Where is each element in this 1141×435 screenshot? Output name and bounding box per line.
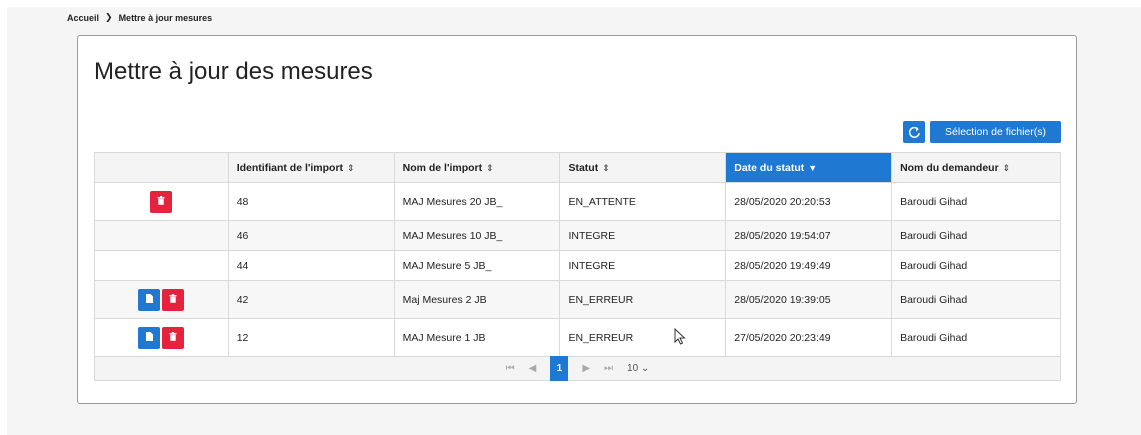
trash-icon <box>169 331 177 341</box>
page-number-current[interactable]: 1 <box>550 356 569 381</box>
cell-name: MAJ Mesures 20 JB_ <box>393 182 561 221</box>
cell-status: EN_ERREUR <box>559 318 727 357</box>
cell-requester: Baroudi Gihad <box>891 250 1061 281</box>
imports-table: Identifiant de l'import ⇕ Nom de l'import… <box>94 152 1061 357</box>
column-header-date[interactable]: Date du statut ▼ <box>725 152 893 183</box>
delete-button[interactable] <box>162 326 185 349</box>
cell-status: EN_ERREUR <box>559 280 727 319</box>
column-header-status[interactable]: Statut ⇕ <box>559 152 727 183</box>
next-page-icon[interactable]: ▶ <box>582 363 590 374</box>
cell-status: INTEGRE <box>559 250 727 281</box>
sort-icon: ⇕ <box>602 162 610 173</box>
cell-id: 46 <box>227 220 395 251</box>
cell-id: 42 <box>227 280 395 319</box>
cell-requester: Baroudi Gihad <box>891 280 1061 319</box>
cell-date: 28/05/2020 19:54:07 <box>725 220 893 251</box>
sort-icon: ⇕ <box>486 162 494 173</box>
pagination: ⏮ ◀ 1 ▶ ⏭ 10 ⌄ <box>94 356 1061 381</box>
cell-id: 48 <box>227 182 395 221</box>
delete-button[interactable] <box>162 288 185 311</box>
cell-date: 27/05/2020 20:23:49 <box>725 318 893 357</box>
chevron-right-icon: ❯ <box>105 12 113 22</box>
breadcrumb: Accueil ❯ Mettre à jour mesures <box>67 12 212 23</box>
cell-status: INTEGRE <box>559 220 727 251</box>
main-panel: Mettre à jour des mesures Sélection de f… <box>77 35 1077 404</box>
mouse-cursor-icon <box>674 328 686 345</box>
file-icon <box>145 331 153 341</box>
cell-name: MAJ Mesures 10 JB_ <box>393 220 561 251</box>
row-actions-cell <box>94 220 229 251</box>
table-row[interactable]: 42 Maj Mesures 2 JB EN_ERREUR 28/05/2020 19… <box>94 280 1061 319</box>
file-icon <box>145 293 153 303</box>
prev-page-icon[interactable]: ◀ <box>529 363 537 374</box>
last-page-icon[interactable]: ⏭ <box>604 363 613 374</box>
column-header-requester[interactable]: Nom du demandeur ⇕ <box>891 152 1061 183</box>
select-files-button[interactable]: Sélection de fichier(s) <box>930 121 1061 143</box>
view-file-button[interactable] <box>138 326 161 349</box>
page-size-select[interactable]: 10 ⌄ <box>627 363 649 374</box>
cell-requester: Baroudi Gihad <box>891 182 1061 221</box>
column-header-id[interactable]: Identifiant de l'import ⇕ <box>227 152 395 183</box>
delete-button[interactable] <box>150 190 173 213</box>
row-actions-cell <box>94 250 229 281</box>
sort-desc-icon: ▼ <box>808 162 818 173</box>
table-row[interactable]: 48 MAJ Mesures 20 JB_ EN_ATTENTE 28/05/2020… <box>94 182 1061 221</box>
page-title: Mettre à jour des mesures <box>94 58 373 85</box>
row-actions-cell <box>94 318 229 357</box>
view-file-button[interactable] <box>138 288 161 311</box>
row-actions-cell <box>94 182 229 221</box>
cell-date: 28/05/2020 20:20:53 <box>725 182 893 221</box>
column-header-name[interactable]: Nom de l'import ⇕ <box>393 152 561 183</box>
breadcrumb-home-link[interactable]: Accueil <box>67 13 99 23</box>
trash-icon <box>157 195 165 205</box>
table-row[interactable]: 12 MAJ Mesure 1 JB EN_ERREUR 27/05/2020 20:… <box>94 318 1061 357</box>
cell-id: 44 <box>227 250 395 281</box>
cell-date: 28/05/2020 19:49:49 <box>725 250 893 281</box>
column-header-actions <box>94 152 229 183</box>
refresh-button[interactable] <box>903 121 925 143</box>
first-page-icon[interactable]: ⏮ <box>506 363 515 374</box>
cell-name: MAJ Mesure 1 JB <box>393 318 561 357</box>
table-header-row: Identifiant de l'import ⇕ Nom de l'import… <box>94 152 1061 183</box>
cell-requester: Baroudi Gihad <box>891 220 1061 251</box>
trash-icon <box>169 293 177 303</box>
cell-status: EN_ATTENTE <box>559 182 727 221</box>
sort-icon: ⇕ <box>1002 162 1011 173</box>
refresh-icon <box>908 126 920 138</box>
table-body: 48 MAJ Mesures 20 JB_ EN_ATTENTE 28/05/2020… <box>94 182 1061 357</box>
cell-name: Maj Mesures 2 JB <box>393 280 561 319</box>
cell-id: 12 <box>227 318 395 357</box>
cell-requester: Baroudi Gihad <box>891 318 1061 357</box>
cell-name: MAJ Mesure 5 JB_ <box>393 250 561 281</box>
cell-date: 28/05/2020 19:39:05 <box>725 280 893 319</box>
table-row[interactable]: 44 MAJ Mesure 5 JB_ INTEGRE 28/05/2020 19:4… <box>94 250 1061 281</box>
breadcrumb-current: Mettre à jour mesures <box>118 12 213 23</box>
chevron-down-icon: ⌄ <box>640 363 650 374</box>
table-row[interactable]: 46 MAJ Mesures 10 JB_ INTEGRE 28/05/2020 19… <box>94 220 1061 251</box>
sort-icon: ⇕ <box>347 162 355 173</box>
row-actions-cell <box>94 280 229 319</box>
